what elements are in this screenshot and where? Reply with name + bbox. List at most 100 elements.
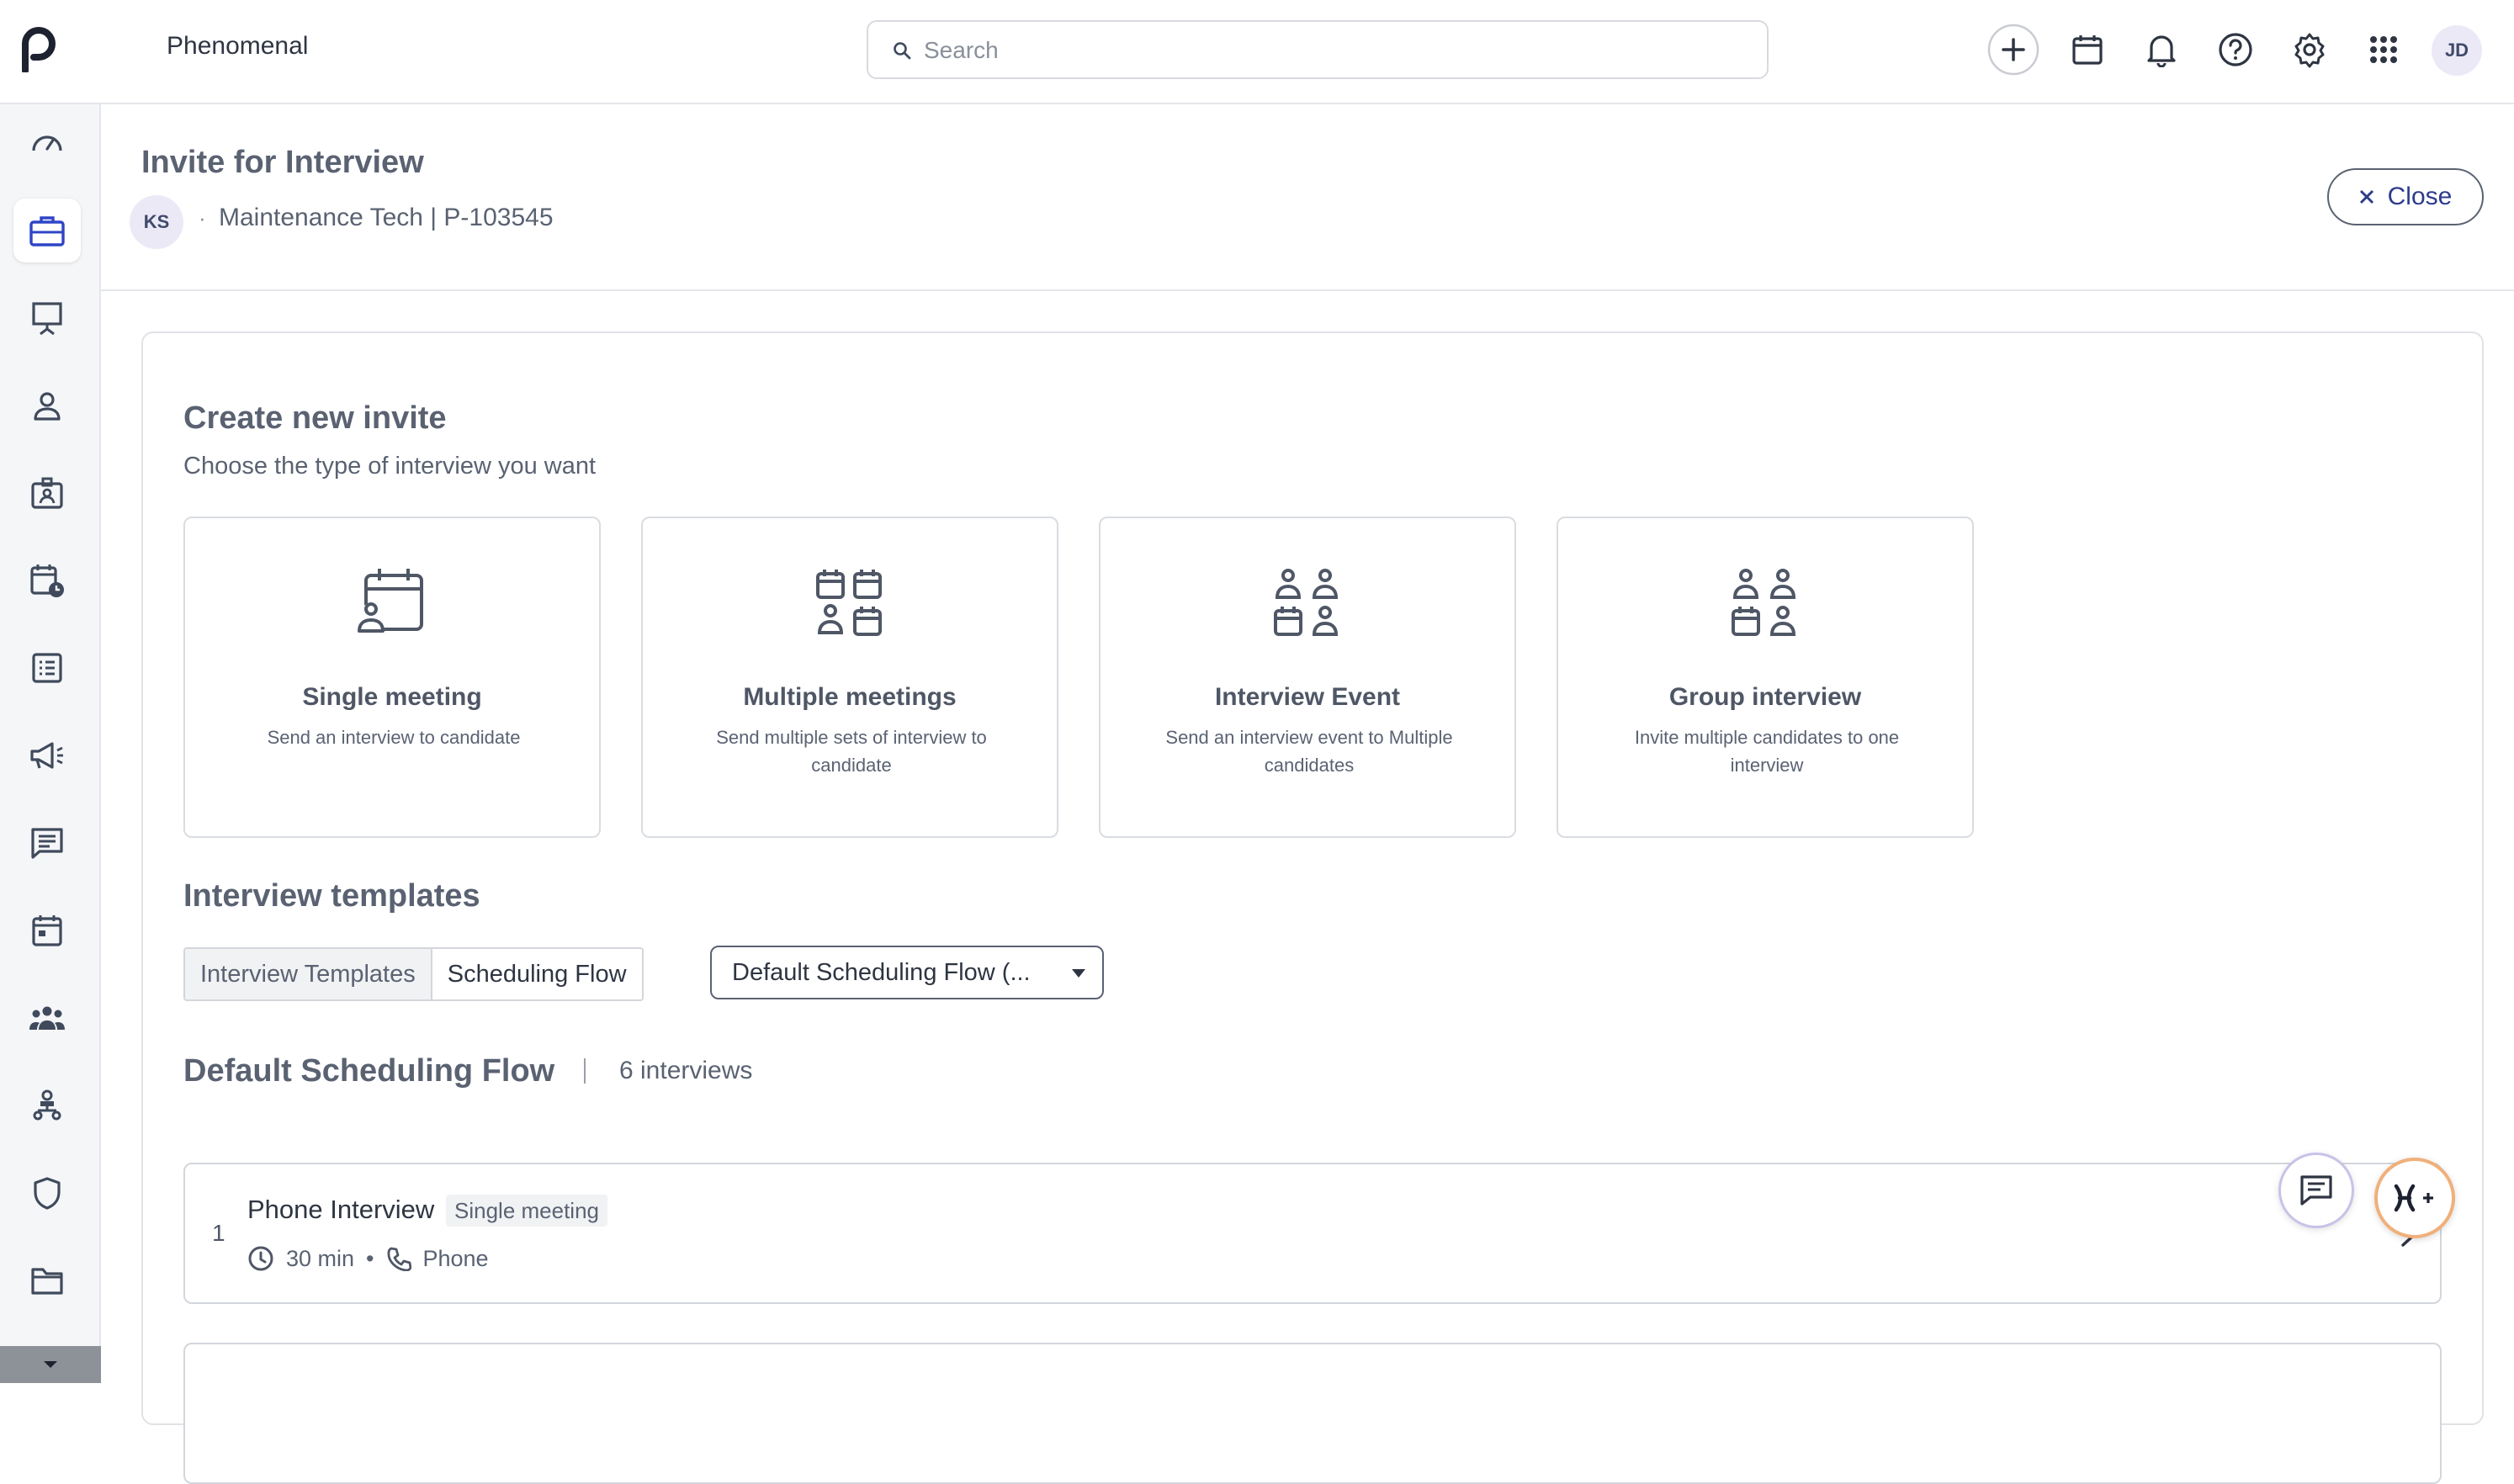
search-icon [894,42,911,60]
flow-divider [584,1058,586,1084]
type-card-group-interview[interactable]: Group interview Invite multiple candidat… [1557,517,1974,838]
event-people-icon [1274,569,1339,636]
type-card-multiple-meetings[interactable]: Multiple meetings Send multiple sets of … [641,517,1058,838]
sidebar-item-teams[interactable] [13,986,81,1050]
job-title: Maintenance Tech | P-103545 [219,204,554,231]
type-title: Interview Event [1214,683,1401,711]
sidebar-item-messages[interactable] [13,811,81,875]
tab-scheduling-flow[interactable]: Scheduling Flow [432,949,642,999]
page-title: Invite for Interview [141,145,424,180]
type-title: Single meeting [302,683,482,711]
candidate-avatar: KS [130,195,183,249]
clock-icon [248,1246,273,1271]
megaphone-icon [30,742,63,769]
close-icon [2359,189,2373,204]
apps-button[interactable] [2356,22,2411,77]
shield-icon [34,1177,61,1210]
type-title: Group interview [1668,683,1862,711]
chevron-down-icon [44,1361,57,1368]
calendar-person-icon [358,569,423,633]
team-icon [29,1006,65,1030]
person-icon [34,392,61,421]
grid-apps-icon [2370,36,2397,63]
page-header: Invite for Interview KS · Maintenance Te… [101,104,2514,291]
interview-name: Phone Interview [247,1195,435,1224]
sidebar-expand-button[interactable] [0,1346,101,1383]
hierarchy-icon [33,1089,61,1121]
calendar-event-icon [32,915,62,946]
group-people-icon [1732,569,1796,636]
user-avatar[interactable]: JD [2432,25,2482,76]
search-input[interactable] [924,34,1748,67]
folder-icon [31,1268,63,1295]
interview-duration: 30 min [286,1245,355,1271]
close-button[interactable]: Close [2327,168,2484,225]
phone-icon [387,1247,411,1271]
interview-type-badge: Single meeting [446,1195,607,1227]
type-card-interview-event[interactable]: Interview Event Send an interview event … [1099,517,1516,838]
type-title: Multiple meetings [743,683,957,711]
add-button[interactable] [1986,22,2041,77]
sidebar-item-candidates[interactable] [13,374,81,437]
row-index: 1 [212,1220,225,1246]
sidebar-item-dashboard[interactable] [13,111,81,175]
type-description: Send an interview event to Multiple cand… [1165,727,1453,776]
calendar-button[interactable] [2060,22,2115,77]
gear-icon [2294,33,2325,68]
notifications-button[interactable] [2134,22,2189,77]
settings-button[interactable] [2282,22,2337,77]
app-name: Phenomenal [167,32,309,60]
calendar-clock-icon [30,564,64,597]
flow-interview-count: 6 interviews [619,1057,753,1084]
sidebar-item-events[interactable] [13,898,81,962]
type-description: Invite multiple candidates to one interv… [1634,727,1900,776]
scheduling-flow-select[interactable]: Default Scheduling Flow (... [710,946,1104,999]
type-description: Send multiple sets of interview to candi… [716,727,987,776]
caret-down-icon [1072,969,1085,978]
assistant-fab-button[interactable] [2374,1158,2455,1238]
ai-assistant-icon [2394,1184,2433,1212]
chat-fab-button[interactable] [2278,1153,2354,1228]
interview-templates-title: Interview templates [183,878,480,914]
help-icon [2219,33,2252,66]
flow-title: Default Scheduling Flow [183,1053,555,1089]
chat-icon [2300,1175,2332,1206]
message-icon [31,828,63,859]
interview-row[interactable] [183,1343,2442,1484]
sidebar-item-folders[interactable] [13,1248,81,1312]
meta-bullet: • [366,1245,374,1271]
sidebar-item-contacts[interactable] [13,461,81,525]
plus-icon [1987,24,2039,76]
search-box[interactable] [867,20,1769,79]
sidebar-item-campaigns[interactable] [13,723,81,787]
separator-dot: · [199,205,206,231]
interview-row[interactable]: 1 Phone Interview Single meeting 30 min … [183,1163,2442,1304]
interview-mode: Phone [422,1245,489,1271]
sidebar-item-security[interactable] [13,1161,81,1225]
sidebar-item-jobs[interactable] [13,199,81,262]
type-card-single-meeting[interactable]: Single meeting Send an interview to cand… [183,517,601,838]
phenom-logo-icon[interactable] [20,25,57,74]
top-bar: Phenomenal JD [0,0,2514,104]
close-label: Close [2387,183,2453,210]
sidebar-item-presentations[interactable] [13,286,81,350]
select-value: Default Scheduling Flow (... [732,959,1031,986]
calendar-icon [2072,35,2103,65]
interview-meta: 30 min • Phone [247,1245,489,1272]
sidebar-item-schedule[interactable] [13,549,81,612]
tab-interview-templates[interactable]: Interview Templates [185,949,432,999]
presentation-board-icon [32,302,62,336]
multi-calendar-icon [816,570,882,636]
sidebar [0,104,101,1383]
bell-icon [2147,35,2176,67]
invite-card: Create new invite Choose the type of int… [141,331,2484,1484]
sidebar-item-org-chart[interactable] [13,1073,81,1137]
help-button[interactable] [2208,22,2263,77]
sidebar-item-lists[interactable] [13,636,81,700]
template-tabs: Interview Templates Scheduling Flow [183,947,644,1001]
type-description: Send an interview to candidate [267,727,521,748]
list-document-icon [32,653,62,683]
speedometer-icon [32,135,62,151]
briefcase-icon [29,216,65,246]
create-invite-title: Create new invite [183,400,447,436]
